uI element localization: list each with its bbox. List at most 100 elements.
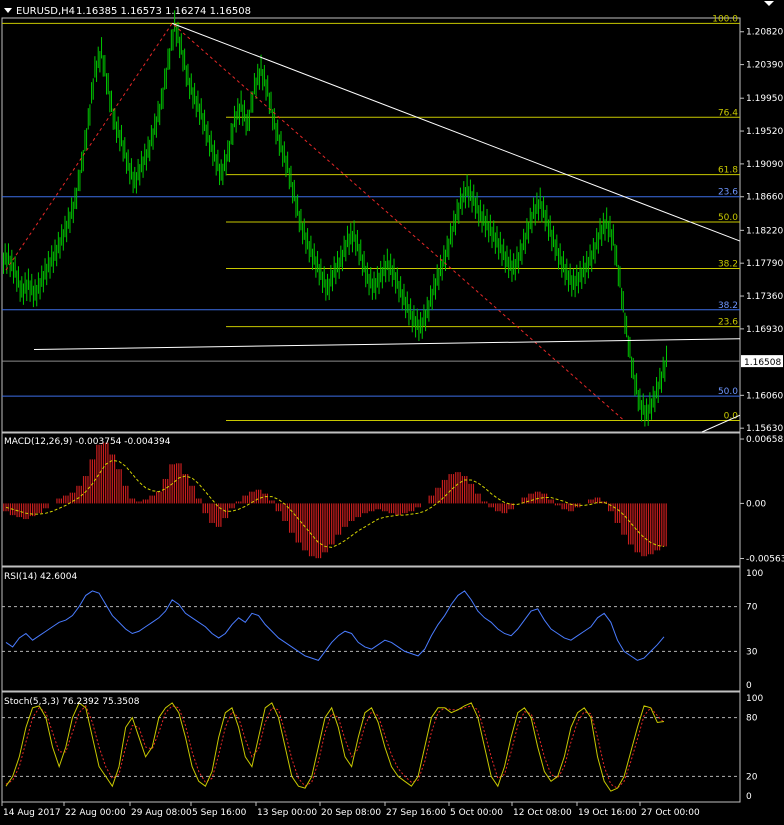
price-bar — [322, 266, 329, 301]
macd-panel[interactable] — [3, 442, 667, 559]
price-bar — [142, 136, 149, 178]
price-bar — [288, 165, 295, 204]
time-axis: 14 Aug 2017 22 Aug 00:00 29 Aug 08:00 5 Sep… — [1, 802, 700, 818]
price-bar — [295, 194, 302, 233]
symbol-label: EURUSD,H4 — [16, 6, 75, 17]
macd-tick-label: 0.006583 — [746, 435, 784, 445]
price-bar — [501, 238, 508, 273]
chart-canvas[interactable]: 100.076.461.850.038.223.60.023.638.250.0… — [0, 0, 784, 821]
price-bar — [481, 204, 488, 238]
stoch-tick-label: 20 — [746, 772, 758, 782]
price-bar — [661, 345, 667, 393]
macd-tick-label: -0.005634 — [746, 555, 784, 565]
price-bar — [348, 220, 355, 255]
price-bar — [49, 239, 56, 279]
current-price-label: 1.16508 — [744, 358, 781, 368]
price-bar — [328, 256, 335, 301]
price-bar — [647, 386, 654, 426]
symbol-menu-icon[interactable] — [4, 8, 12, 13]
price-bar — [122, 137, 129, 174]
price-bar — [641, 393, 648, 427]
price-bar — [401, 283, 408, 319]
price-bar — [16, 266, 23, 302]
price-bar — [135, 150, 142, 194]
price-bar — [215, 149, 222, 186]
fibo-level-label: 61.8 — [718, 166, 738, 176]
price-bar — [548, 215, 555, 252]
time-tick-label: 27 Oct 00:00 — [641, 808, 700, 818]
price-bar — [654, 367, 661, 413]
price-bar — [155, 88, 162, 138]
price-bar — [115, 116, 122, 152]
price-bar — [222, 140, 229, 186]
price-bar — [494, 226, 501, 260]
rsi-panel[interactable] — [2, 590, 740, 661]
chart-window[interactable]: 100.0 76.4 61.8 50.0 38.2 23.6 0.0 23.6 38.2 50.0… — [0, 0, 784, 821]
price-bar — [56, 224, 63, 267]
price-tick-label: 1.19950 — [746, 94, 783, 104]
blue-level-label: 23.6 — [718, 188, 738, 198]
one-click-arrow-icon[interactable] — [764, 1, 774, 6]
price-bar — [428, 273, 435, 322]
price-bar — [581, 250, 588, 289]
price-tick-label: 1.19090 — [746, 160, 783, 170]
time-tick-label: 19 Oct 16:00 — [578, 808, 637, 818]
price-tick-label: 1.19520 — [746, 127, 783, 137]
stoch-main-line — [5, 702, 665, 792]
price-bar — [594, 218, 601, 264]
price-bar — [162, 48, 169, 109]
price-bar — [228, 105, 235, 163]
price-bar — [255, 54, 262, 99]
price-bar — [554, 234, 561, 270]
price-bar — [488, 214, 495, 249]
price-bar — [102, 55, 109, 95]
price-bar — [355, 229, 362, 266]
price-bar — [574, 260, 581, 298]
price-tick-label: 1.20390 — [746, 61, 783, 71]
price-bar — [22, 268, 29, 305]
price-bar — [627, 335, 634, 380]
macd-signal-line — [5, 459, 665, 548]
rsi-tick-label: 70 — [746, 603, 758, 613]
price-bar — [96, 37, 103, 82]
macd-tick-label: 0.00 — [746, 499, 766, 509]
small-trendline[interactable] — [701, 414, 741, 433]
price-bar — [149, 113, 156, 162]
price-bar — [189, 73, 196, 109]
fibo-level-label: 50.0 — [718, 213, 738, 223]
price-bar — [388, 253, 395, 287]
price-bar — [69, 187, 76, 234]
price-bar — [361, 250, 368, 288]
price-bar — [169, 10, 176, 70]
price-bar — [534, 187, 541, 226]
rsi-line — [5, 590, 665, 661]
price-bar — [514, 239, 521, 281]
price-panel[interactable]: 100.076.461.850.038.223.60.023.638.250.0 — [2, 10, 741, 433]
stoch-tick-label: 80 — [746, 714, 758, 724]
price-bar — [415, 308, 422, 341]
rsi-title: RSI(14) 42.6004 — [4, 572, 77, 582]
rsi-tick-label: 30 — [746, 647, 758, 657]
price-bar — [42, 250, 49, 293]
price-tick-label: 1.20820 — [746, 28, 783, 38]
resistance-trendline[interactable] — [171, 22, 741, 242]
price-bar — [82, 108, 89, 172]
price-bar — [175, 21, 182, 59]
support-trendline[interactable] — [33, 338, 741, 351]
stoch-tick-label: 0 — [746, 792, 752, 802]
stoch-panel[interactable] — [2, 702, 740, 792]
time-tick-label: 20 Sep 08:00 — [321, 808, 381, 818]
time-tick-label: 27 Sep 16:00 — [386, 808, 446, 818]
price-bar — [448, 210, 455, 260]
price-tick-label: 1.18220 — [746, 226, 783, 236]
time-tick-label: 22 Aug 00:00 — [65, 808, 126, 818]
price-tick-label: 1.16060 — [746, 391, 783, 401]
fibo-level-label: 23.6 — [718, 318, 738, 328]
fibo-level-label: 76.4 — [718, 108, 738, 118]
price-bar — [508, 249, 515, 282]
price-bar — [248, 72, 255, 132]
stoch-title: Stoch(5,3,3) 76.2392 75.3508 — [4, 697, 140, 707]
fibo-level-label: 100.0 — [712, 14, 738, 24]
price-bar — [601, 207, 608, 247]
price-bar — [9, 249, 16, 284]
